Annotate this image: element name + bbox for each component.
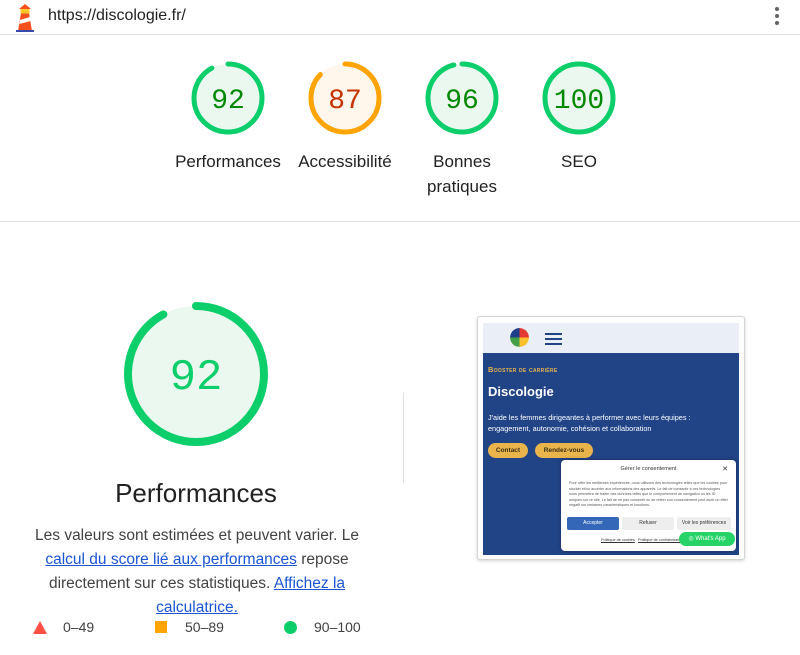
site-rdv-button: Rendez-vous: [535, 443, 593, 458]
consent-preferences-button: Voir les préférences: [677, 517, 731, 530]
consent-accept-button: Accepter: [567, 517, 619, 530]
site-heading: Discologie: [488, 384, 554, 399]
triangle-icon: [33, 621, 47, 634]
site-logo-icon: [510, 328, 529, 347]
gauge-ring: 87: [308, 61, 382, 135]
hamburger-menu-icon: [545, 333, 562, 348]
legend-range: 90–100: [314, 619, 361, 635]
legend-range: 0–49: [63, 619, 95, 635]
close-icon: ✕: [722, 466, 728, 473]
vertical-divider: [403, 393, 404, 483]
site-kicker: Booster de carrière: [488, 365, 558, 374]
consent-text: Pour offrir les meilleures expériences, …: [569, 481, 728, 507]
performance-description: Les valeurs sont estimées et peuvent var…: [16, 524, 378, 620]
performance-title: Performances: [115, 478, 277, 508]
performance-score: 92: [170, 353, 223, 403]
circle-icon: [284, 621, 297, 634]
gauge-label-line: SEO: [561, 152, 597, 171]
score-calculation-link[interactable]: calcul du score lié aux performances: [45, 551, 297, 568]
performance-gauge-large: 92: [124, 302, 268, 446]
gauge-label-line: Accessibilité: [298, 152, 392, 171]
gauge-label-line: Bonnes: [433, 152, 491, 171]
gauge-score: 100: [554, 86, 604, 117]
gauge-label: Bonnes pratiques: [402, 149, 522, 199]
whatsapp-button: ◎ What's App: [679, 532, 735, 546]
gauge-ring: 92: [191, 61, 265, 135]
consent-link: Politique de confidentialité: [637, 538, 683, 542]
gauge-label: Accessibilité: [285, 149, 405, 174]
kebab-menu-icon[interactable]: [768, 4, 786, 30]
page-screenshot[interactable]: Booster de carrière Discologie J'aide le…: [477, 316, 745, 560]
square-icon: [155, 621, 167, 633]
legend-range: 50–89: [185, 619, 224, 635]
gauge-best-practices[interactable]: 96 Bonnes pratiques: [402, 59, 522, 199]
consent-links: Politique de cookies Politique de confid…: [601, 538, 682, 542]
gauge-label-line: Performances: [175, 152, 281, 171]
description-text: Les valeurs sont estimées et peuvent var…: [35, 527, 359, 544]
gauge-score: 87: [328, 86, 362, 117]
consent-title: Gérer le consentement: [620, 466, 677, 472]
consent-link: Politique de cookies: [601, 538, 635, 542]
gauge-score: 92: [211, 86, 245, 117]
gauge-label: SEO: [519, 149, 639, 174]
gauge-seo[interactable]: 100 SEO: [519, 59, 639, 174]
gauge-ring: 96: [425, 61, 499, 135]
page-url: https://discologie.fr/: [48, 7, 186, 24]
lighthouse-icon: [16, 4, 34, 32]
consent-refuse-button: Refuser: [622, 517, 674, 530]
score-summary: 92 Performances 87 Accessibilité 96 Bonn…: [0, 35, 800, 222]
site-paragraph: J'aide les femmes dirigeantes à performe…: [488, 413, 691, 433]
gauge-accessibility[interactable]: 87 Accessibilité: [285, 59, 405, 174]
gauge-label: Performances: [168, 149, 288, 174]
site-contact-button: Contact: [488, 443, 528, 458]
screenshot-viewport: Booster de carrière Discologie J'aide le…: [483, 323, 739, 555]
whatsapp-icon: ◎: [688, 536, 694, 542]
whatsapp-label: What's App: [695, 536, 726, 542]
gauge-performance[interactable]: 92 Performances: [168, 59, 288, 174]
gauge-ring: 100: [542, 61, 616, 135]
site-nav: [483, 323, 739, 353]
gauge-score: 96: [445, 86, 479, 117]
gauge-label-line: pratiques: [427, 177, 497, 196]
browser-top-bar: https://discologie.fr/: [0, 0, 800, 35]
